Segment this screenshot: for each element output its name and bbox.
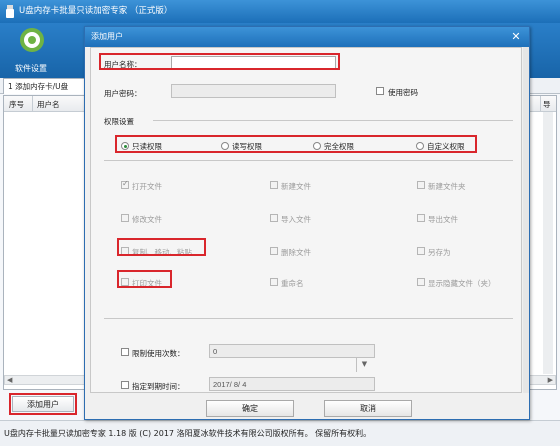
perm-show-hidden-label: 显示隐藏文件（夹） bbox=[428, 279, 496, 288]
limit-count-label: 限制使用次数： bbox=[132, 349, 185, 358]
scroll-right-icon[interactable]: ▶ bbox=[548, 376, 553, 384]
col-username: 用户名 bbox=[37, 100, 60, 109]
perm-export-file-label: 导出文件 bbox=[428, 215, 458, 224]
cancel-button[interactable]: 取消 bbox=[324, 400, 412, 417]
use-password-label: 使用密码 bbox=[388, 88, 418, 97]
expire-date-label: 指定到期时间： bbox=[132, 382, 185, 391]
limit-count-checkbox[interactable] bbox=[121, 348, 129, 356]
perm-open-file-checkbox[interactable] bbox=[121, 179, 129, 189]
expire-date-checkbox[interactable] bbox=[121, 381, 129, 389]
perm-rename-label: 重命名 bbox=[281, 279, 304, 288]
radio-custom[interactable] bbox=[416, 142, 424, 150]
software-settings-label: 软件设置 bbox=[15, 64, 47, 73]
perm-delete-file-checkbox[interactable] bbox=[270, 247, 278, 255]
perm-print-file-checkbox[interactable] bbox=[121, 278, 129, 286]
perm-copy-move-paste-checkbox[interactable] bbox=[121, 247, 129, 255]
perm-save-as-label: 另存为 bbox=[428, 248, 451, 257]
radio-readonly-label: 只读权限 bbox=[132, 142, 162, 151]
permission-group-label: 权限设置 bbox=[104, 117, 134, 126]
perm-delete-file-label: 删除文件 bbox=[281, 248, 311, 257]
radio-readwrite[interactable] bbox=[221, 142, 229, 150]
add-user-dialog: 添加用户 ✕ 用户名称： 用户密码： 使用密码 权限设置 只读权限 读写权限 完… bbox=[84, 26, 530, 420]
limit-count-input[interactable] bbox=[209, 344, 375, 358]
perm-new-folder-checkbox[interactable] bbox=[417, 181, 425, 189]
perm-new-file-label: 新建文件 bbox=[281, 182, 311, 191]
perm-open-file-label: 打开文件 bbox=[132, 182, 162, 191]
password-label: 用户密码： bbox=[104, 89, 142, 98]
username-input[interactable] bbox=[171, 56, 336, 70]
dialog-body: 用户名称： 用户密码： 使用密码 权限设置 只读权限 读写权限 完全权限 自定义… bbox=[90, 47, 522, 393]
perm-import-file-checkbox[interactable] bbox=[270, 214, 278, 222]
main-title-bar: U盘内存卡批量只读加密专家 （正式版） bbox=[0, 0, 560, 23]
tab-add-card[interactable]: 1 添加内存卡/U盘 bbox=[3, 78, 87, 94]
status-bar: U盘内存卡批量只读加密专家 1.18 版 (C) 2017 洛阳夏冰软件技术有限… bbox=[0, 420, 560, 446]
perm-new-file-checkbox[interactable] bbox=[270, 181, 278, 189]
perm-show-hidden-checkbox[interactable] bbox=[417, 278, 425, 286]
close-icon[interactable]: ✕ bbox=[509, 27, 523, 47]
add-user-button[interactable]: 添加用户 bbox=[12, 396, 74, 412]
dialog-title-bar: 添加用户 ✕ bbox=[85, 27, 529, 47]
perm-new-folder-label: 新建文件夹 bbox=[428, 182, 466, 191]
radio-readwrite-label: 读写权限 bbox=[232, 142, 262, 151]
password-input[interactable] bbox=[171, 84, 336, 98]
radio-custom-label: 自定义权限 bbox=[427, 142, 465, 151]
chevron-down-icon[interactable]: ▼ bbox=[356, 358, 372, 372]
radio-full[interactable] bbox=[313, 142, 321, 150]
dialog-vertical-scrollbar[interactable] bbox=[523, 47, 529, 393]
main-vertical-scrollbar[interactable] bbox=[543, 112, 553, 374]
col-index: 序号 bbox=[9, 100, 24, 109]
perm-copy-move-paste-label: 复制、移动、粘贴 bbox=[132, 248, 192, 257]
perm-export-file-checkbox[interactable] bbox=[417, 214, 425, 222]
main-title: U盘内存卡批量只读加密专家 （正式版） bbox=[19, 6, 173, 16]
radio-readonly[interactable] bbox=[121, 142, 129, 150]
use-password-checkbox[interactable] bbox=[376, 87, 384, 95]
expire-date-input[interactable] bbox=[209, 377, 375, 391]
app-logo-icon bbox=[6, 5, 14, 18]
ok-button[interactable]: 确定 bbox=[206, 400, 294, 417]
perm-import-file-label: 导入文件 bbox=[281, 215, 311, 224]
radio-full-label: 完全权限 bbox=[324, 142, 354, 151]
col-export-fragment: 导 bbox=[543, 100, 551, 109]
software-settings-button[interactable]: 软件设置 bbox=[6, 23, 56, 78]
scroll-left-icon[interactable]: ◀ bbox=[7, 376, 12, 384]
perm-print-file-label: 打印文件 bbox=[132, 279, 162, 288]
perm-save-as-checkbox[interactable] bbox=[417, 247, 425, 255]
perm-modify-file-checkbox[interactable] bbox=[121, 214, 129, 222]
username-label: 用户名称： bbox=[104, 60, 142, 69]
perm-rename-checkbox[interactable] bbox=[270, 278, 278, 286]
perm-modify-file-label: 修改文件 bbox=[132, 215, 162, 224]
gear-icon bbox=[20, 28, 44, 52]
dialog-title: 添加用户 bbox=[91, 32, 123, 41]
